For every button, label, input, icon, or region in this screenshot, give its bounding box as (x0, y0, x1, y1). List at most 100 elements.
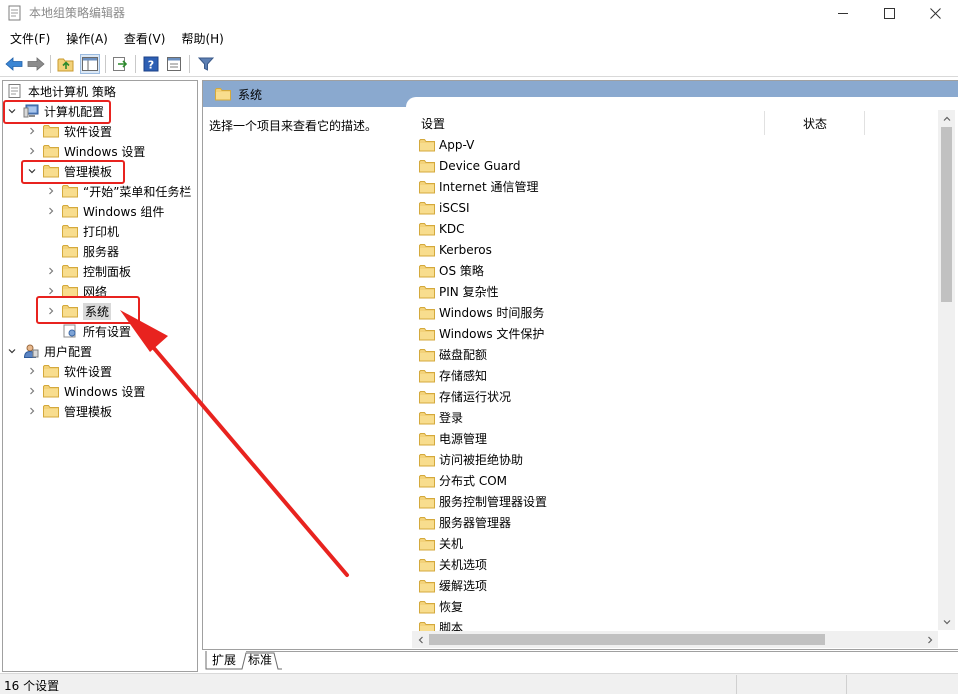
folder-icon (419, 138, 435, 152)
list-item[interactable]: 恢复 (419, 596, 463, 617)
menu-help[interactable]: 帮助(H) (173, 28, 231, 50)
tree-node-windows-settings[interactable]: Windows 设置 (27, 141, 145, 161)
properties-button[interactable] (164, 54, 184, 74)
tree-node-printers[interactable]: 打印机 (62, 221, 119, 241)
chevron-right-icon[interactable] (46, 201, 56, 221)
list-item[interactable]: 缓解选项 (419, 575, 487, 596)
chevron-down-icon[interactable] (7, 341, 17, 361)
folder-icon (419, 285, 435, 299)
list-item[interactable]: App-V (419, 134, 474, 155)
list-item[interactable]: 分布式 COM (419, 470, 507, 491)
list-item-label: Kerberos (439, 242, 492, 257)
folder-icon (419, 453, 435, 467)
list-item[interactable]: KDC (419, 218, 465, 239)
minimize-button[interactable] (820, 0, 866, 26)
list-item-label: 关机选项 (439, 558, 488, 572)
list-item[interactable]: Kerberos (419, 239, 492, 260)
properties-icon (167, 57, 181, 71)
vertical-scrollbar[interactable] (938, 110, 955, 630)
tree-node-software-settings[interactable]: 软件设置 (27, 121, 112, 141)
tab-extended[interactable]: 扩展 (206, 651, 242, 670)
list-item-label: 恢复 (439, 600, 464, 614)
folder-icon (43, 124, 59, 138)
help-button[interactable]: ? (141, 54, 161, 74)
tab-standard[interactable]: 标准 (242, 651, 278, 670)
folder-icon (62, 264, 78, 278)
chevron-right-icon[interactable] (27, 361, 37, 381)
menu-view[interactable]: 查看(V) (116, 28, 174, 50)
folder-icon (419, 180, 435, 194)
tree-node-control-panel[interactable]: 控制面板 (46, 261, 131, 281)
list-item[interactable]: 电源管理 (419, 428, 487, 449)
up-one-level-button[interactable] (56, 54, 76, 74)
list-item[interactable]: 存储感知 (419, 365, 487, 386)
tree-label: 所有设置 (83, 324, 132, 339)
tab-outline (205, 651, 958, 670)
tree-node-user-software[interactable]: 软件设置 (27, 361, 112, 381)
list-item[interactable]: iSCSI (419, 197, 470, 218)
toolbar-separator (189, 55, 190, 73)
list-item[interactable]: 关机选项 (419, 554, 487, 575)
list-item-label: 服务控制管理器设置 (439, 495, 548, 509)
back-button[interactable] (4, 54, 24, 74)
horizontal-scroll-thumb[interactable] (429, 634, 825, 645)
list-item[interactable]: 登录 (419, 407, 463, 428)
chevron-right-icon[interactable] (27, 121, 37, 141)
folder-icon (62, 204, 78, 218)
folder-icon (419, 558, 435, 572)
tree-node-all-settings[interactable]: 所有设置 (62, 321, 131, 341)
tree-node-user-windows[interactable]: Windows 设置 (27, 381, 145, 401)
list-item[interactable]: 访问被拒绝协助 (419, 449, 523, 470)
forward-button[interactable] (26, 54, 46, 74)
list-item[interactable]: 磁盘配额 (419, 344, 487, 365)
highlight-system (36, 296, 140, 324)
column-header-setting[interactable]: 设置 (421, 113, 445, 135)
maximize-button[interactable] (866, 0, 912, 26)
all-settings-icon (63, 324, 76, 338)
tree-node-root[interactable]: 本地计算机 策略 (7, 81, 116, 101)
horizontal-scrollbar[interactable] (412, 631, 938, 648)
show-hide-tree-button[interactable] (80, 54, 100, 74)
column-divider[interactable] (864, 111, 865, 135)
list-item-label: 磁盘配额 (439, 348, 488, 362)
list-item[interactable]: 服务器管理器 (419, 512, 511, 533)
list-item[interactable]: 服务控制管理器设置 (419, 491, 547, 512)
scroll-down-button[interactable] (938, 613, 955, 630)
vertical-scroll-thumb[interactable] (941, 127, 952, 302)
folder-icon (62, 244, 78, 258)
menu-action[interactable]: 操作(A) (58, 28, 116, 50)
list-item[interactable]: 关机 (419, 533, 463, 554)
column-divider[interactable] (764, 111, 765, 135)
list-item[interactable]: PIN 复杂性 (419, 281, 499, 302)
chevron-right-icon[interactable] (27, 401, 37, 421)
chevron-right-icon[interactable] (46, 261, 56, 281)
close-button[interactable] (912, 0, 958, 26)
folder-icon (62, 224, 78, 238)
chevron-right-icon[interactable] (27, 141, 37, 161)
tree-node-start-menu[interactable]: “开始”菜单和任务栏 (46, 181, 191, 201)
tree-label: 控制面板 (83, 264, 132, 279)
scroll-up-button[interactable] (938, 110, 955, 127)
scroll-right-button[interactable] (921, 631, 938, 648)
tree-node-user-config[interactable]: 用户配置 (7, 341, 92, 361)
list-item[interactable]: 存储运行状况 (419, 386, 511, 407)
export-list-button[interactable] (110, 54, 130, 74)
tree-node-servers[interactable]: 服务器 (62, 241, 119, 261)
folder-icon (419, 348, 435, 362)
column-header-state[interactable]: 状态 (803, 113, 827, 135)
list-item[interactable]: Internet 通信管理 (419, 176, 538, 197)
chevron-right-icon[interactable] (46, 181, 56, 201)
list-item[interactable]: Device Guard (419, 155, 520, 176)
menu-file[interactable]: 文件(F) (0, 28, 58, 50)
tree-node-user-admin[interactable]: 管理模板 (27, 401, 112, 421)
list-item[interactable]: Windows 文件保护 (419, 323, 544, 344)
filter-button[interactable] (196, 54, 216, 74)
list-item[interactable]: OS 策略 (419, 260, 484, 281)
user-icon (23, 344, 39, 358)
chevron-right-icon[interactable] (27, 381, 37, 401)
toolbar-separator (135, 55, 136, 73)
scroll-left-button[interactable] (412, 631, 429, 648)
folder-icon (419, 243, 435, 257)
list-item[interactable]: Windows 时间服务 (419, 302, 544, 323)
tree-node-windows-components[interactable]: Windows 组件 (46, 201, 164, 221)
